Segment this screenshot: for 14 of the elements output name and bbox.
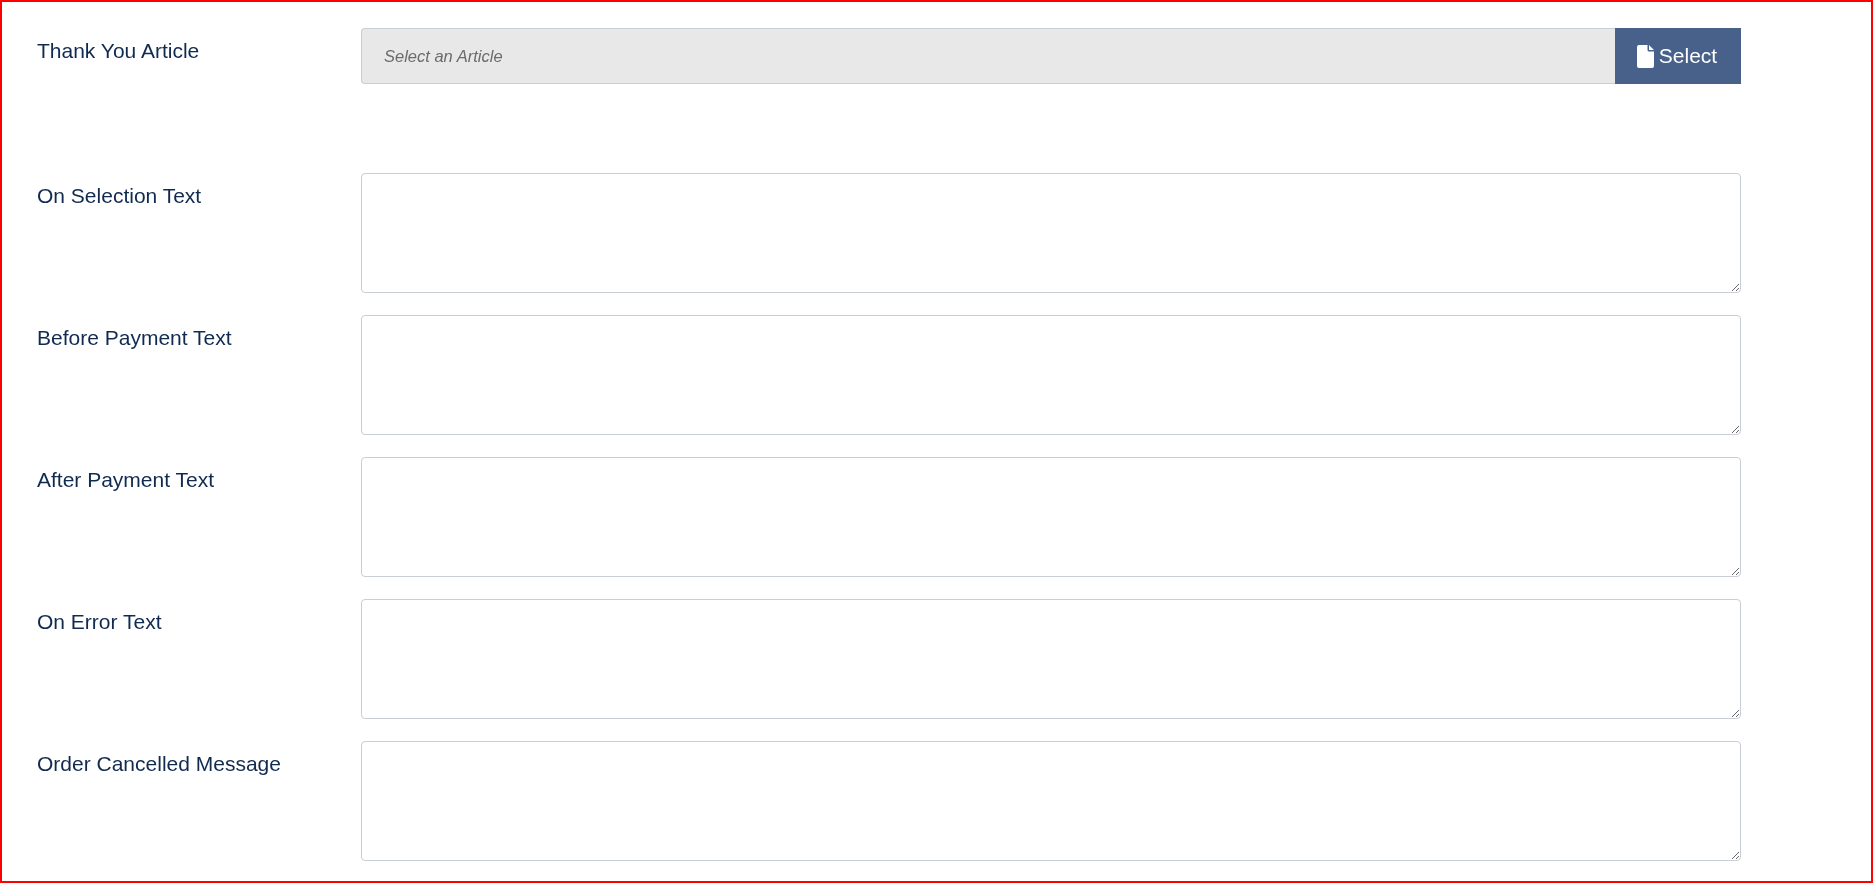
text-area-field[interactable]: [361, 599, 1741, 719]
field-label: On Error Text: [37, 609, 162, 635]
file-icon: [1636, 44, 1654, 68]
text-area-field[interactable]: [361, 741, 1741, 861]
select-button[interactable]: Select: [1615, 28, 1741, 84]
article-input-field[interactable]: Select an Article: [361, 28, 1615, 84]
field-label: Thank You Article: [37, 38, 200, 64]
field-label: Order Cancelled Message: [37, 751, 281, 777]
text-area-field[interactable]: [361, 173, 1741, 293]
field-label: On Selection Text: [37, 183, 202, 209]
text-area-field[interactable]: [361, 457, 1741, 577]
text-area-field[interactable]: [361, 315, 1741, 435]
field-label: Before Payment Text: [37, 325, 232, 351]
field-label: After Payment Text: [37, 467, 215, 493]
